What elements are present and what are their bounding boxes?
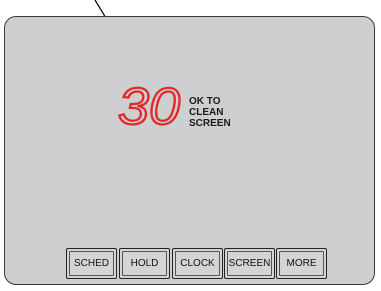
clock-button-label: CLOCK (180, 258, 215, 269)
clock-button[interactable]: CLOCK (172, 248, 223, 279)
message-line-3: SCREEN (189, 118, 231, 129)
more-button[interactable]: MORE (276, 248, 327, 279)
message-line-1: OK TO (189, 96, 221, 107)
sched-button-label: SCHED (73, 258, 109, 269)
hold-button[interactable]: HOLD (119, 248, 170, 279)
message-line-2: CLEAN (189, 107, 224, 118)
screen-button-label: SCREEN (228, 258, 271, 269)
thermostat-screen (4, 16, 375, 285)
hold-button-label: HOLD (130, 258, 159, 269)
thermostat-diagram: 30 OK TO CLEAN SCREEN SCHED HOLD CLOCK S… (0, 0, 381, 291)
countdown-display: 30 (118, 82, 181, 126)
clean-screen-message: OK TO CLEAN SCREEN (189, 96, 289, 129)
countdown-value: 30 (118, 82, 180, 126)
screen-button[interactable]: SCREEN (224, 248, 275, 279)
more-button-label: MORE (286, 258, 317, 269)
sched-button[interactable]: SCHED (66, 248, 117, 279)
